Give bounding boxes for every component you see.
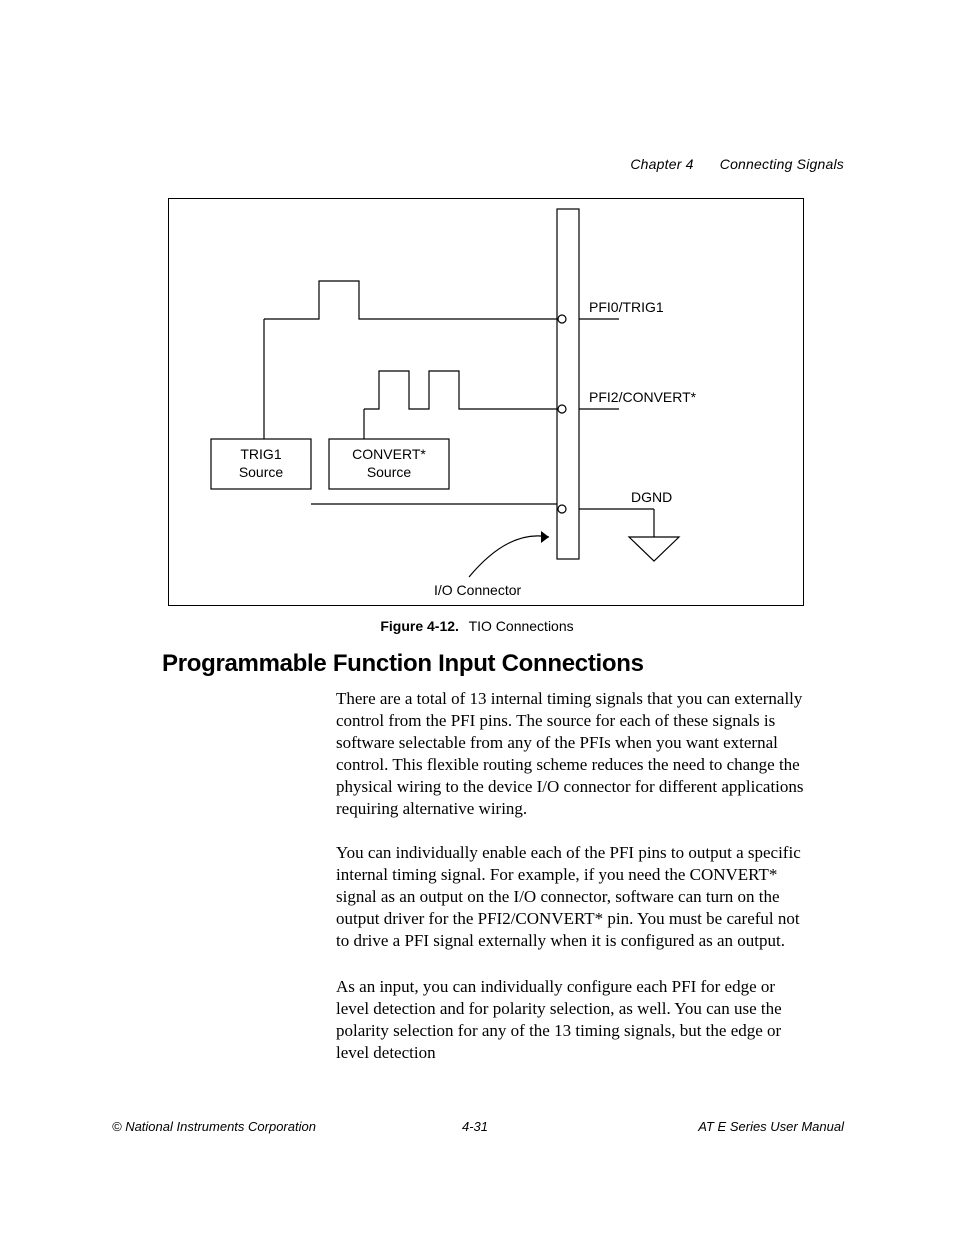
figure-caption: Figure 4-12. TIO Connections <box>0 618 954 634</box>
trig1-box-line2: Source <box>239 464 284 480</box>
section-heading: Programmable Function Input Connections <box>162 650 644 678</box>
footer-copyright: © National Instruments Corporation <box>112 1119 316 1134</box>
paragraph-1: There are a total of 13 internal timing … <box>336 688 808 821</box>
footer-manualname: AT E Series User Manual <box>698 1119 844 1134</box>
label-dgnd: DGND <box>631 489 672 505</box>
label-ioconnector: I/O Connector <box>434 582 521 598</box>
running-header: Chapter 4 Connecting Signals <box>630 156 844 172</box>
trig1-box-line1: TRIG1 <box>240 446 281 462</box>
page: Chapter 4 Connecting Signals PFI0/TRIG1 … <box>0 0 954 1235</box>
paragraph-3: As an input, you can individually config… <box>336 976 808 1064</box>
header-title: Connecting Signals <box>720 156 844 172</box>
convert-box-line2: Source <box>367 464 412 480</box>
paragraph-2: You can individually enable each of the … <box>336 842 808 952</box>
header-chapter: Chapter 4 <box>630 156 693 172</box>
label-pfi2: PFI2/CONVERT* <box>589 389 697 405</box>
figure-caption-text: TIO Connections <box>469 618 574 634</box>
figure-caption-number: Figure 4-12. <box>380 618 459 634</box>
figure-frame: PFI0/TRIG1 PFI2/CONVERT* TRIG1 Source CO… <box>168 198 804 606</box>
label-pfi0: PFI0/TRIG1 <box>589 299 664 315</box>
footer-pagenumber: 4-31 <box>462 1119 488 1134</box>
tio-connections-diagram: PFI0/TRIG1 PFI2/CONVERT* TRIG1 Source CO… <box>169 199 803 605</box>
convert-box-line1: CONVERT* <box>352 446 426 462</box>
